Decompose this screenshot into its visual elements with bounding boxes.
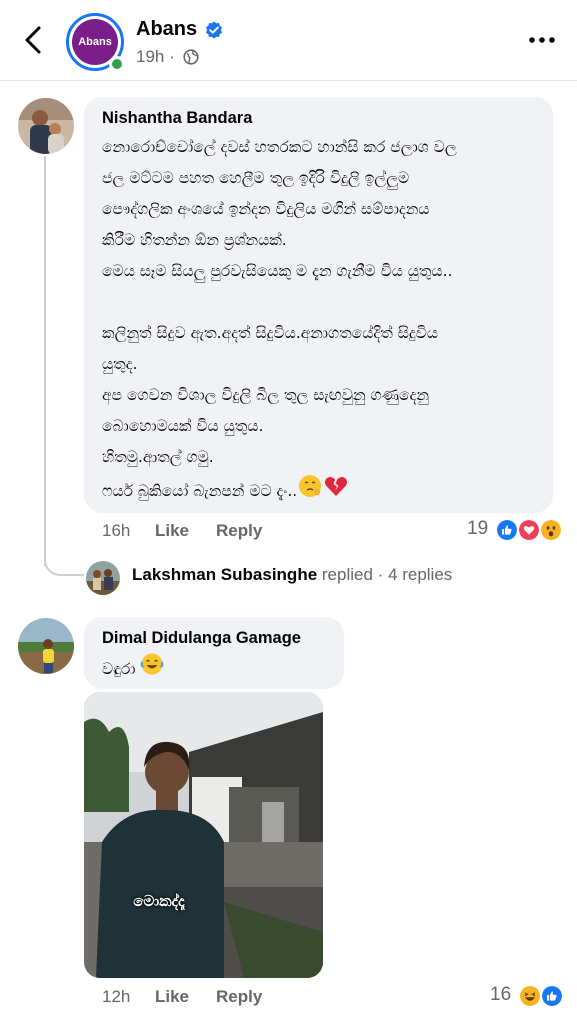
reaction-icons[interactable] bbox=[495, 518, 567, 542]
reply-button[interactable]: Reply bbox=[216, 521, 262, 541]
globe-icon bbox=[183, 49, 199, 65]
view-replies-link[interactable]: Lakshman Subasinghe replied · 4 replies bbox=[132, 565, 452, 585]
face-holding-back-tears-emoji-icon bbox=[297, 473, 323, 510]
broken-heart-emoji-icon bbox=[323, 473, 349, 510]
like-button[interactable]: Like bbox=[155, 521, 189, 541]
online-status-dot bbox=[109, 56, 125, 72]
post-header: Abans Abans 19h · bbox=[0, 0, 577, 81]
replier-avatar[interactable] bbox=[86, 561, 120, 595]
wow-reaction-icon bbox=[539, 518, 563, 542]
post-time[interactable]: 19h · bbox=[136, 47, 175, 67]
reaction-icons[interactable] bbox=[518, 984, 568, 1008]
video-thumbnail bbox=[84, 692, 323, 978]
comment-time[interactable]: 16h bbox=[102, 521, 130, 541]
page-avatar[interactable]: Abans bbox=[66, 13, 125, 72]
like-reaction-icon bbox=[495, 518, 519, 542]
more-options-icon[interactable] bbox=[527, 30, 557, 50]
comment-body: වඳුරා bbox=[102, 660, 136, 678]
replies-count-text: replied · 4 replies bbox=[317, 565, 453, 584]
comment-text: නොරොච්චෝලේ දවස් හතරකට හාන්සි කර ජලාශ වල … bbox=[102, 132, 547, 510]
like-reaction-icon bbox=[540, 984, 564, 1008]
face-with-tears-of-joy-emoji-icon bbox=[140, 652, 164, 687]
comment-author[interactable]: Nishantha Bandara bbox=[102, 109, 252, 128]
video-caption: මොකද්දෑ bbox=[133, 892, 185, 910]
comment-body: නොරොච්චෝලේ දවස් හතරකට හාන්සි කර ජලාශ වල … bbox=[102, 138, 457, 500]
thread-connector bbox=[44, 540, 84, 576]
love-reaction-icon bbox=[517, 518, 541, 542]
like-button[interactable]: Like bbox=[155, 987, 189, 1007]
back-arrow-icon[interactable] bbox=[18, 24, 48, 56]
reply-button[interactable]: Reply bbox=[216, 987, 262, 1007]
thread-line bbox=[44, 156, 46, 566]
comment-author[interactable]: Dimal Didulanga Gamage bbox=[102, 629, 301, 648]
haha-reaction-icon bbox=[518, 984, 542, 1008]
verified-badge-icon bbox=[206, 21, 222, 39]
reaction-count[interactable]: 16 bbox=[490, 984, 511, 1006]
commenter-avatar[interactable] bbox=[18, 98, 74, 154]
comment-text: වඳුරා bbox=[102, 652, 332, 687]
commenter-avatar[interactable] bbox=[18, 618, 74, 674]
reaction-count[interactable]: 19 bbox=[467, 518, 488, 540]
comment-time[interactable]: 12h bbox=[102, 987, 130, 1007]
page-name[interactable]: Abans bbox=[136, 18, 197, 41]
replier-name: Lakshman Subasinghe bbox=[132, 565, 318, 584]
video-attachment[interactable]: මොකද්දෑ bbox=[84, 692, 323, 978]
